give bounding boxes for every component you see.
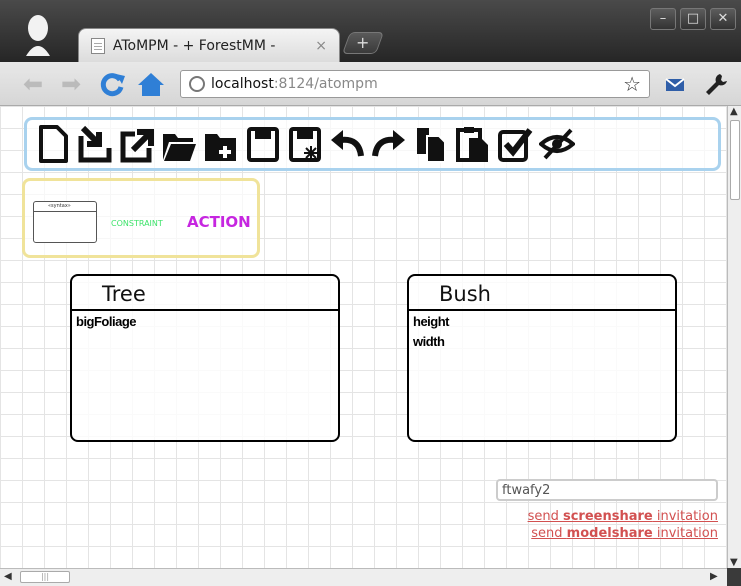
export-icon[interactable] — [119, 124, 155, 164]
class-attributes: height width — [413, 312, 450, 352]
new-tab-button[interactable]: + — [341, 32, 385, 54]
url-host: localhost — [211, 76, 274, 92]
wrench-icon[interactable] — [700, 70, 730, 98]
main-toolbar — [24, 117, 721, 171]
page-icon — [91, 37, 105, 54]
undo-icon[interactable] — [329, 124, 365, 164]
globe-icon — [189, 76, 205, 92]
class-name: Tree — [102, 282, 146, 306]
tab-close-icon[interactable]: × — [315, 38, 327, 54]
open-folder-icon[interactable] — [161, 124, 197, 164]
tab-title: AToMPM - + ForestMM - — [112, 37, 276, 54]
reload-icon[interactable] — [98, 70, 128, 98]
redo-icon[interactable] — [371, 124, 407, 164]
forward-arrow-icon[interactable]: ➡ — [56, 70, 86, 98]
vertical-scrollbar[interactable]: ▲ ▼ — [727, 106, 741, 568]
attribute-item: bigFoliage — [76, 314, 137, 329]
validate-icon[interactable] — [497, 124, 533, 164]
horizontal-scroll-thumb[interactable]: ||| — [20, 571, 70, 583]
mini-class-label: «syntax» — [48, 203, 71, 209]
save-icon[interactable] — [245, 124, 281, 164]
copy-icon[interactable] — [413, 124, 449, 164]
icon-palette: «syntax» CONSTRAINT ACTION — [22, 178, 260, 258]
browser-tab[interactable]: AToMPM - + ForestMM - × — [78, 28, 340, 62]
title-bar: AToMPM - + ForestMM - × + – □ ✕ — [0, 0, 741, 62]
minimize-button[interactable]: – — [650, 8, 676, 30]
browser-toolbar: ⬅ ➡ localhost:8124/atompm ☆ — [0, 62, 741, 106]
paste-icon[interactable] — [455, 124, 491, 164]
class-bush[interactable]: Bush height width — [407, 274, 677, 442]
back-arrow-icon[interactable]: ⬅ — [18, 70, 48, 98]
scroll-down-icon[interactable]: ▼ — [730, 557, 738, 568]
attribute-item: width — [413, 334, 445, 349]
vertical-scroll-thumb[interactable] — [730, 120, 740, 200]
model-canvas[interactable]: «syntax» CONSTRAINT ACTION Tree bigFolia… — [0, 106, 727, 568]
scroll-left-icon[interactable]: ◀ — [4, 571, 12, 582]
save-as-icon[interactable] — [287, 124, 323, 164]
class-tree[interactable]: Tree bigFoliage — [70, 274, 340, 442]
user-avatar-icon[interactable] — [22, 14, 54, 56]
share-username-input[interactable] — [496, 479, 718, 501]
add-folder-icon[interactable] — [203, 124, 239, 164]
mail-icon[interactable] — [660, 70, 690, 98]
maximize-button[interactable]: □ — [680, 8, 706, 30]
class-attributes: bigFoliage — [76, 312, 137, 332]
horizontal-scrollbar[interactable]: ◀ ||| ▶ — [0, 568, 727, 586]
scroll-up-icon[interactable]: ▲ — [730, 106, 738, 117]
class-name: Bush — [439, 282, 491, 306]
attribute-item: height — [413, 314, 450, 329]
class-template-icon[interactable]: «syntax» — [33, 201, 97, 243]
home-icon[interactable] — [136, 70, 166, 98]
scroll-right-icon[interactable]: ▶ — [710, 571, 718, 582]
address-bar[interactable]: localhost:8124/atompm ☆ — [180, 70, 650, 98]
toggle-visibility-icon[interactable] — [539, 124, 575, 164]
close-window-button[interactable]: ✕ — [710, 8, 736, 30]
url-path: :8124/atompm — [273, 76, 378, 92]
action-button[interactable]: ACTION — [187, 213, 251, 231]
bookmark-star-icon[interactable]: ☆ — [623, 72, 641, 96]
load-icon[interactable] — [77, 124, 113, 164]
send-modelshare-link[interactable]: send modelshare invitation — [531, 526, 718, 541]
new-file-icon[interactable] — [35, 124, 71, 164]
send-screenshare-link[interactable]: send screenshare invitation — [528, 509, 718, 524]
constraint-button[interactable]: CONSTRAINT — [111, 219, 163, 228]
